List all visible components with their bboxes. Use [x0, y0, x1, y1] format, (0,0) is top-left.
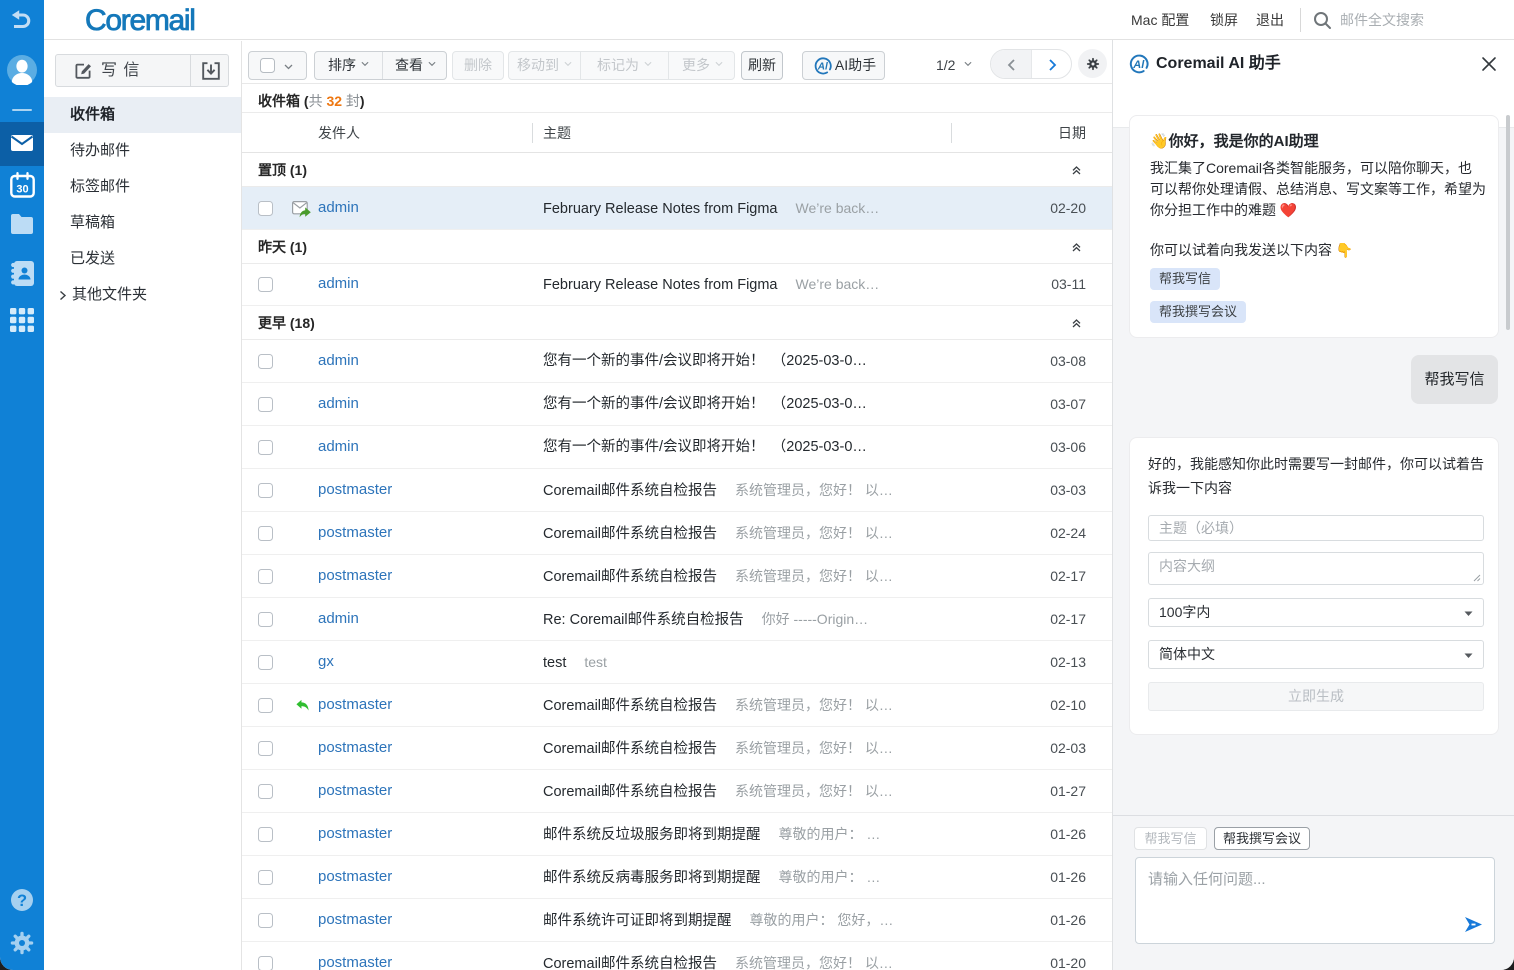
svg-text:30: 30	[16, 184, 28, 196]
svg-text:?: ?	[17, 892, 27, 910]
svg-text:Al: Al	[1132, 59, 1145, 71]
svg-text:Al: Al	[817, 62, 828, 73]
